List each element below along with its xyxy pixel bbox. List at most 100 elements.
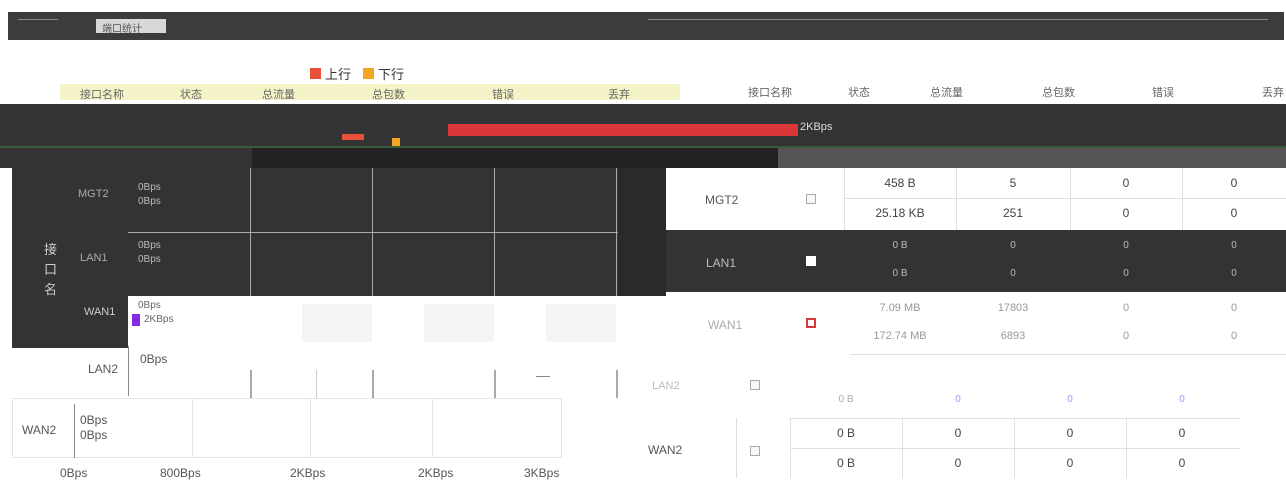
chart-cell [424, 304, 494, 342]
legend-up-label: 上行 [325, 67, 352, 82]
chart-row-label: LAN2 [88, 362, 119, 376]
chart-row-up: 0Bps [80, 413, 108, 427]
port-pkts-up: 0 [954, 426, 962, 440]
chart-row-down: 2KBps [144, 314, 174, 325]
left-table-header [60, 84, 680, 100]
port-err-up: 0 [1122, 302, 1130, 314]
port-bytes-up: 458 B [884, 176, 916, 190]
port-status-icon [806, 194, 816, 204]
legend-down-swatch [363, 68, 375, 79]
right-header-col-errors: 错误 [1152, 87, 1174, 99]
port-bytes-up: 0 B [838, 394, 854, 405]
chart-row-up: 0Bps [138, 300, 161, 311]
port-drop-up: 0 [1230, 302, 1238, 314]
port-drop-up: 0 [1179, 394, 1185, 405]
left-header-col-drops: 丢弃 [608, 89, 630, 101]
port-err-down: 0 [1122, 206, 1130, 220]
left-header-col-bytes: 总流量 [262, 89, 295, 101]
port-drop-up: 0 [1230, 176, 1238, 190]
x-axis-tick: 3KBps [524, 466, 560, 480]
chart-cell [302, 304, 372, 342]
window-title-bar: 端口统计 [8, 12, 1284, 40]
chart-panel-top [252, 148, 778, 168]
port-pkts-up: 0 [1010, 240, 1016, 251]
chart-row-up: 0Bps [140, 352, 168, 366]
axis-line [74, 404, 75, 458]
grid-line [128, 232, 618, 233]
port-err-down: 0 [1122, 330, 1130, 342]
port-bytes-down: 0 B [892, 268, 908, 279]
port-status-icon [806, 318, 816, 328]
port-bytes-up: 7.09 MB [879, 302, 921, 314]
port-status-icon [806, 256, 816, 266]
chart-cell [546, 304, 616, 342]
port-bytes-up: 0 B [892, 240, 908, 251]
x-axis-tick: 2KBps [418, 466, 454, 480]
x-axis-tick: 2KBps [290, 466, 326, 480]
port-status-icon [750, 380, 760, 390]
port-name: MGT2 [705, 193, 739, 207]
grid-line [310, 398, 311, 458]
port-name: LAN1 [706, 256, 737, 270]
port-bytes-up: 0 B [836, 426, 855, 440]
right-header-col-packets: 总包数 [1042, 87, 1075, 99]
axis-line [128, 346, 129, 396]
chart-legend: 上行 下行 [310, 64, 404, 83]
port-drop-up: 0 [1178, 426, 1186, 440]
port-err-down: 0 [1123, 268, 1129, 279]
right-header-col-bytes: 总流量 [930, 87, 963, 99]
left-header-col-status: 状态 [180, 89, 202, 101]
right-header-col-name: 接口名称 [748, 87, 792, 99]
chart-row-down: 0Bps [138, 254, 161, 265]
port-pkts-down: 6893 [1000, 330, 1026, 342]
cell-divider [790, 418, 1240, 419]
port-err-up: 0 [1122, 176, 1130, 190]
chart-row-label: WAN1 [84, 306, 116, 318]
x-axis-tick: 800Bps [160, 466, 201, 480]
port-drop-down: 0 [1230, 330, 1238, 342]
title-bar-divider [18, 19, 58, 20]
port-bytes-down: 25.18 KB [875, 206, 925, 220]
cell-divider [790, 448, 1240, 449]
left-header-col-name: 接口名称 [80, 89, 124, 101]
port-pkts-up: 5 [1009, 176, 1017, 190]
port-name: LAN2 [652, 380, 680, 392]
right-panel-top [778, 148, 1286, 168]
grid-line [616, 370, 618, 398]
grid-line [192, 398, 193, 458]
chart-plot-area [618, 168, 666, 296]
port-drop-down: 0 [1178, 456, 1186, 470]
port-err-up: 0 [1067, 394, 1073, 405]
port-pkts-down: 251 [1002, 206, 1024, 220]
port-pkts-up: 0 [955, 394, 961, 405]
port-err-up: 0 [1123, 240, 1129, 251]
port-drop-up: 0 [1231, 240, 1237, 251]
port-bytes-down: 172.74 MB [873, 330, 927, 342]
grid-line [372, 370, 374, 398]
cell-divider [844, 198, 1286, 199]
port-err-up: 0 [1066, 426, 1074, 440]
port-err-down: 0 [1066, 456, 1074, 470]
chart-row-down: 0Bps [80, 428, 108, 442]
chart-row-up: 0Bps [138, 240, 161, 251]
grid-line [432, 398, 433, 458]
header-bar-value: 2KBps [800, 121, 833, 133]
grid-line [250, 370, 252, 398]
chart-panel-top [0, 148, 252, 168]
port-pkts-down: 0 [954, 456, 962, 470]
dash-mark [536, 376, 550, 377]
chart-gap [0, 168, 12, 232]
grid-line [316, 370, 317, 398]
grid-line [494, 370, 496, 398]
header-bar-up [448, 124, 798, 136]
window-tab[interactable]: 端口统计 [96, 19, 166, 35]
header-down-marker [392, 138, 400, 146]
chart-row-label: MGT2 [78, 188, 109, 200]
chart-row-label: LAN1 [80, 252, 108, 264]
title-bar-divider [648, 19, 1268, 20]
port-drop-down: 0 [1230, 206, 1238, 220]
right-header-col-drops: 丢弃 [1262, 87, 1284, 99]
legend-down-label: 下行 [378, 67, 405, 82]
cell-divider [850, 354, 1286, 355]
port-drop-down: 0 [1231, 268, 1237, 279]
